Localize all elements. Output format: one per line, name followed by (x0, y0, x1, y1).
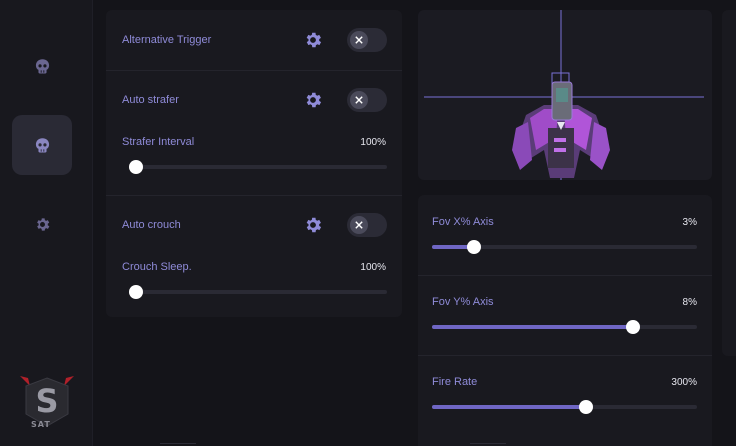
sidebar: S SAT (0, 0, 93, 446)
fov-x-label: Fov X% Axis (432, 216, 494, 228)
gear-icon (36, 217, 49, 231)
crouch-sleep-value: 100% (360, 262, 386, 273)
divider (106, 195, 402, 196)
divider (418, 275, 712, 276)
skull-icon (35, 58, 49, 74)
sidebar-item-skull-2[interactable] (12, 115, 72, 175)
alternative-trigger-toggle[interactable] (347, 28, 387, 52)
fire-rate-value: 300% (671, 377, 697, 388)
close-icon (355, 96, 363, 104)
bottom-mark (470, 443, 506, 444)
auto-crouch-label: Auto crouch (122, 219, 181, 231)
sidebar-item-settings[interactable] (12, 194, 72, 254)
fov-y-label: Fov Y% Axis (432, 296, 494, 308)
auto-strafer-toggle[interactable] (347, 88, 387, 112)
gear-icon[interactable] (303, 215, 323, 235)
slider-thumb[interactable] (467, 240, 482, 254)
gear-icon[interactable] (303, 90, 323, 110)
fire-rate-slider[interactable] (432, 400, 697, 414)
toggle-knob (350, 31, 368, 49)
logo-text: SAT (31, 420, 51, 429)
bottom-mark (160, 443, 196, 444)
fire-rate-label: Fire Rate (432, 376, 478, 388)
slider-thumb[interactable] (626, 320, 641, 334)
strafer-interval-label: Strafer Interval (122, 136, 195, 148)
close-icon (355, 221, 363, 229)
trigger-settings-panel: Alternative Trigger Auto strafer Strafer… (106, 10, 402, 317)
slider-fill (432, 405, 586, 409)
toggle-knob (350, 216, 368, 234)
strafer-interval-slider[interactable] (129, 160, 387, 174)
target-preview-image (424, 10, 704, 180)
brand-logo: S SAT (18, 372, 76, 432)
sidebar-item-skull-1[interactable] (12, 36, 72, 96)
gear-icon[interactable] (303, 30, 323, 50)
fov-x-value: 3% (682, 217, 697, 228)
app-window: S SAT Alternative Trigger Auto strafer S… (0, 0, 736, 446)
close-icon (355, 36, 363, 44)
slider-thumb[interactable] (578, 400, 593, 414)
toggle-knob (350, 91, 368, 109)
slider-thumb[interactable] (129, 285, 143, 299)
slider-thumb[interactable] (129, 160, 143, 174)
svg-text:S: S (35, 382, 58, 420)
strafer-interval-value: 100% (360, 137, 386, 148)
crouch-sleep-label: Crouch Sleep. (122, 261, 192, 273)
crouch-sleep-slider[interactable] (129, 285, 387, 299)
skull-icon (35, 137, 49, 153)
auto-crouch-toggle[interactable] (347, 213, 387, 237)
auto-strafer-label: Auto strafer (122, 94, 179, 106)
target-preview-panel (418, 10, 712, 180)
fov-y-value: 8% (682, 297, 697, 308)
next-panel-edge (722, 10, 736, 356)
fov-x-slider[interactable] (432, 240, 697, 254)
fov-settings-panel: Fov X% Axis 3% Fov Y% Axis 8% Fire Rate … (418, 195, 712, 446)
divider (418, 355, 712, 356)
alternative-trigger-label: Alternative Trigger (122, 34, 212, 46)
slider-fill (432, 325, 634, 329)
fov-y-slider[interactable] (432, 320, 697, 334)
divider (106, 70, 402, 71)
